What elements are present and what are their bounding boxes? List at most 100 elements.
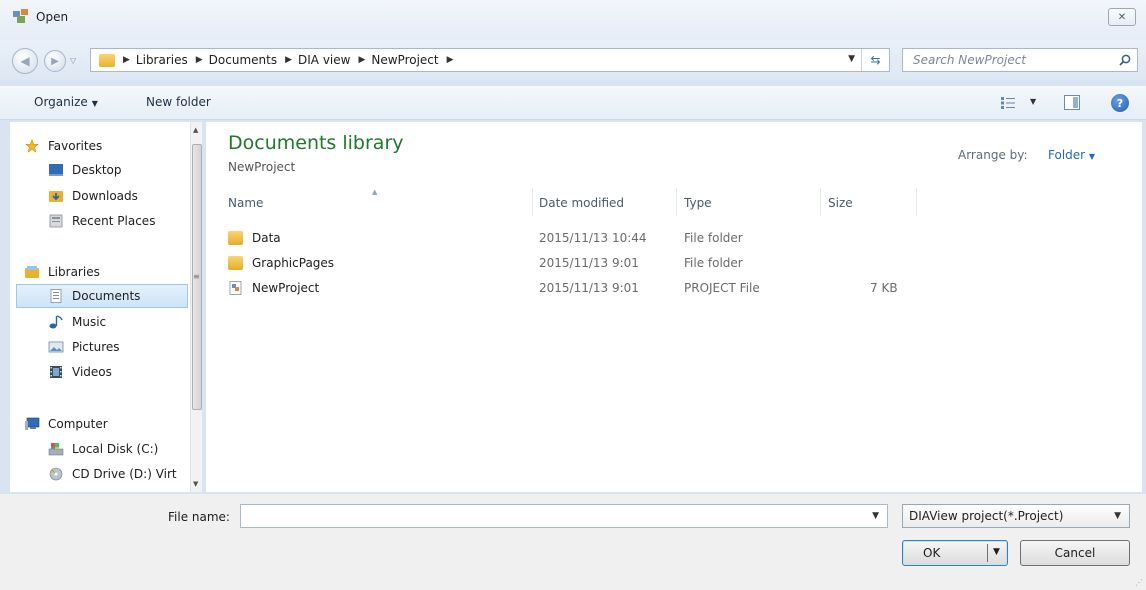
arrange-by-label: Arrange by: <box>958 148 1028 162</box>
favorites-label: Favorites <box>48 139 103 153</box>
file-size: 7 KB <box>870 281 898 295</box>
sidebar-item-cd-drive[interactable]: CD Drive (D:) Virt <box>48 462 177 486</box>
change-view-icon[interactable] <box>1000 96 1016 110</box>
column-divider[interactable] <box>676 188 677 216</box>
chevron-down-icon[interactable]: ▼ <box>872 511 879 521</box>
music-label: Music <box>72 315 107 329</box>
sidebar-item-computer[interactable]: Computer <box>24 412 108 436</box>
column-header-name[interactable]: Name <box>228 196 263 210</box>
libraries-icon <box>25 266 39 278</box>
breadcrumb-documents[interactable]: Documents <box>209 53 277 67</box>
documents-icon <box>50 289 62 303</box>
back-button[interactable]: ◀ <box>12 48 38 74</box>
computer-icon <box>25 417 40 430</box>
recent-places-label: Recent Places <box>72 214 156 228</box>
breadcrumb-newproject[interactable]: NewProject <box>371 53 438 67</box>
arrange-by-value: Folder <box>1048 148 1086 162</box>
sort-ascending-icon: ▲ <box>372 188 378 196</box>
file-row-newproject[interactable]: NewProject 2015/11/13 9:01 PROJECT File … <box>206 276 926 300</box>
file-name: GraphicPages <box>252 256 335 270</box>
downloads-label: Downloads <box>72 189 138 203</box>
address-bar[interactable]: ▶ Libraries ▶ Documents ▶ DIA view ▶ New… <box>90 48 890 72</box>
close-icon: ✕ <box>1117 11 1127 23</box>
chevron-down-icon: ▼ <box>91 99 98 108</box>
refresh-button[interactable]: ⇆ <box>861 49 889 71</box>
documents-label: Documents <box>72 289 141 303</box>
help-icon[interactable]: ? <box>1111 94 1129 112</box>
cd-drive-icon <box>49 467 63 481</box>
file-date: 2015/11/13 9:01 <box>539 281 639 295</box>
chevron-right-icon[interactable]: ▶ <box>196 55 203 65</box>
breadcrumb-dia-view[interactable]: DIA view <box>298 53 350 67</box>
ok-button[interactable]: OK ▼ <box>902 540 1008 566</box>
chevron-right-icon[interactable]: ▶ <box>123 55 130 65</box>
file-type: File folder <box>684 231 743 245</box>
app-icon <box>13 9 28 23</box>
sidebar-item-pictures[interactable]: Pictures <box>48 335 120 359</box>
file-type-filter-value: DIAView project(*.Project) <box>909 509 1064 523</box>
videos-label: Videos <box>72 365 112 379</box>
search-box[interactable]: Search NewProject <box>902 48 1138 72</box>
search-input[interactable]: Search NewProject <box>913 53 1026 67</box>
scroll-down-icon[interactable]: ▼ <box>193 480 198 488</box>
organize-button[interactable]: Organize ▼ <box>34 95 98 109</box>
refresh-icon: ⇆ <box>870 53 881 67</box>
sidebar-item-downloads[interactable]: Downloads <box>48 184 138 208</box>
sidebar-item-videos[interactable]: Videos <box>48 360 112 384</box>
ok-label: OK <box>923 546 941 560</box>
file-type-filter-select[interactable]: DIAView project(*.Project) ▼ <box>902 504 1130 528</box>
sidebar-scrollbar[interactable]: ▲ ≡ ▼ <box>190 122 202 492</box>
address-dropdown-icon[interactable]: ▼ <box>848 54 855 64</box>
column-header-size[interactable]: Size <box>828 196 853 210</box>
chevron-right-icon[interactable]: ▶ <box>358 55 365 65</box>
resize-grip-icon[interactable]: ⋰ <box>1135 578 1143 587</box>
sidebar-item-libraries[interactable]: Libraries <box>24 260 100 284</box>
scrollbar-grip-icon: ≡ <box>193 272 200 281</box>
breadcrumb-libraries[interactable]: Libraries <box>136 53 188 67</box>
file-type: File folder <box>684 256 743 270</box>
column-divider[interactable] <box>820 188 821 216</box>
local-disk-icon <box>48 443 64 456</box>
preview-pane-icon[interactable] <box>1064 95 1080 110</box>
forward-arrow-icon: ▶ <box>51 55 59 67</box>
navigation-pane: Favorites Desktop Downloads Recent Place… <box>10 122 202 492</box>
file-row-graphicpages[interactable]: GraphicPages 2015/11/13 9:01 File folder <box>206 251 926 275</box>
cancel-button[interactable]: Cancel <box>1020 540 1130 566</box>
recent-locations-dropdown[interactable]: ▽ <box>70 56 76 65</box>
file-row-data[interactable]: Data 2015/11/13 10:44 File folder <box>206 226 926 250</box>
local-disk-label: Local Disk (C:) <box>72 442 159 456</box>
column-divider[interactable] <box>916 188 917 216</box>
dialog-footer: File name: ▼ DIAView project(*.Project) … <box>0 494 1146 590</box>
chevron-right-icon[interactable]: ▶ <box>447 55 454 65</box>
sidebar-item-music[interactable]: Music <box>48 310 106 334</box>
sidebar-item-local-disk[interactable]: Local Disk (C:) <box>48 437 158 461</box>
close-button[interactable]: ✕ <box>1108 8 1136 26</box>
arrange-by-dropdown[interactable]: Folder ▼ <box>1048 148 1095 162</box>
sidebar-item-documents[interactable]: Documents <box>16 284 188 308</box>
search-icon[interactable] <box>1119 54 1131 66</box>
column-header-type[interactable]: Type <box>684 196 712 210</box>
chevron-down-icon: ▼ <box>1114 511 1121 521</box>
library-title: Documents library <box>228 132 404 154</box>
forward-button[interactable]: ▶ <box>44 50 66 72</box>
sidebar-item-recent-places[interactable]: Recent Places <box>48 209 155 233</box>
chevron-down-icon: ▼ <box>1088 152 1096 161</box>
column-header-date-modified[interactable]: Date modified <box>539 196 624 210</box>
recent-places-icon <box>49 214 63 228</box>
scroll-up-icon[interactable]: ▲ <box>193 126 198 134</box>
new-folder-button[interactable]: New folder <box>146 95 211 109</box>
view-options-chevron-icon[interactable]: ▼ <box>1030 97 1036 106</box>
libraries-label: Libraries <box>48 265 100 279</box>
videos-icon <box>50 366 62 378</box>
music-icon <box>49 315 63 329</box>
project-file-icon <box>229 281 242 295</box>
ok-options-chevron-icon[interactable]: ▼ <box>993 547 1000 557</box>
command-toolbar: Organize ▼ New folder ▼ ? <box>0 86 1146 120</box>
column-divider[interactable] <box>532 188 533 216</box>
sidebar-item-favorites[interactable]: Favorites <box>24 134 102 158</box>
sidebar-item-desktop[interactable]: Desktop <box>48 158 122 182</box>
star-icon <box>25 139 39 153</box>
pictures-icon <box>48 341 64 353</box>
chevron-right-icon[interactable]: ▶ <box>285 55 292 65</box>
file-name-input[interactable]: ▼ <box>240 504 888 528</box>
